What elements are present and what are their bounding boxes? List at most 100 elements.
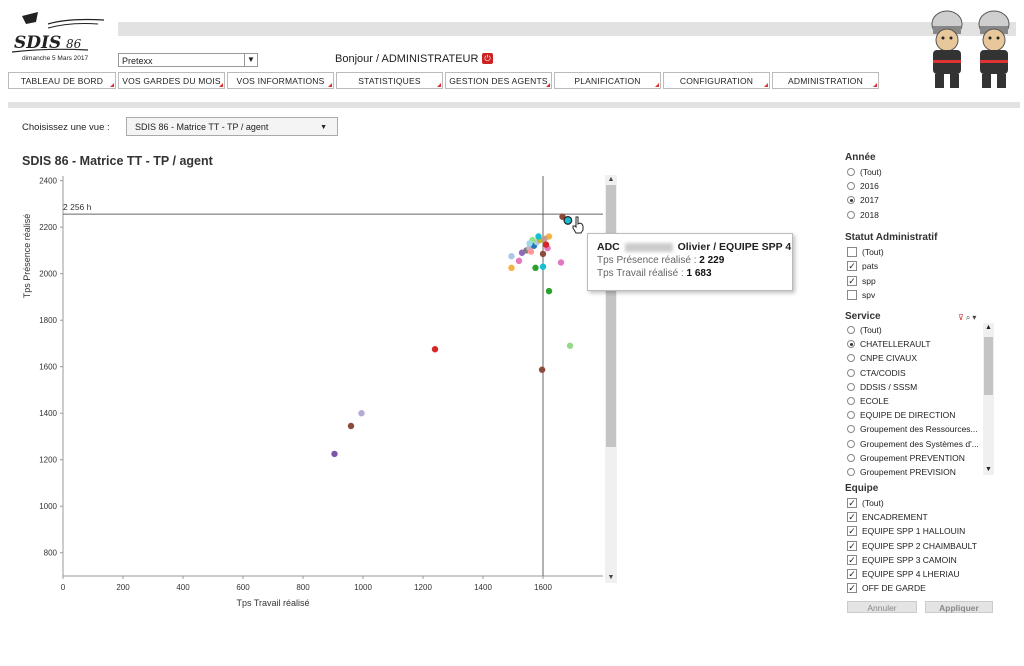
statut-option-label: spv [862,289,876,300]
statut-option[interactable]: ✓ pats [847,260,878,272]
checkbox[interactable]: ✓ [847,569,857,579]
reference-line-label: 2 256 h [63,202,92,212]
radio-button[interactable] [847,397,855,405]
service-option[interactable]: Groupement PREVENTION [847,452,965,464]
nav-vos-informations[interactable]: VOS INFORMATIONS [227,72,334,89]
radio-button[interactable] [847,326,855,334]
scatter-chart[interactable]: 0 200 400 600 800 1000 1200 1400 1600 800 1000 1200… [0,168,620,616]
statut-option[interactable]: (Tout) [847,246,884,258]
scatter-point[interactable] [358,410,365,417]
nav-configuration[interactable]: CONFIGURATION [663,72,770,89]
annee-option[interactable]: 2016 [847,180,879,192]
chevron-down-icon[interactable]: ▾ [972,313,978,322]
equipe-option[interactable]: ✓ (Tout) [847,497,884,509]
checkbox[interactable] [847,247,857,257]
service-option[interactable]: CTA/CODIS [847,367,906,379]
equipe-option[interactable]: ✓ ENCADREMENT [847,511,928,523]
equipe-option[interactable]: ✓ EQUIPE SPP 3 CAMOIN [847,554,957,566]
filter-clear-icon[interactable]: ⊽ [958,313,966,322]
nav-vos-gardes-du-mois[interactable]: VOS GARDES DU MOIS [118,72,225,89]
nav-tableau-de-bord[interactable]: TABLEAU DE BORD [8,72,116,89]
service-option[interactable]: CNPE CIVAUX [847,352,917,364]
service-option[interactable]: Groupement des Ressources... [847,423,978,435]
view-select[interactable]: SDIS 86 - Matrice TT - TP / agent ▼ [126,117,338,136]
statut-option[interactable]: spv [847,289,875,301]
scatter-point[interactable] [541,235,548,242]
filter-annee-title: Année [845,152,876,163]
checkbox[interactable]: ✓ [847,498,857,508]
radio-button[interactable] [847,196,855,205]
scatter-point[interactable] [331,450,338,458]
scatter-point[interactable] [508,253,515,260]
scatter-point[interactable] [539,250,547,258]
service-option[interactable]: DDSIS / SSSM [847,381,917,393]
annee-option[interactable]: (Tout) [847,166,882,178]
site-select[interactable]: Pretexx ▼ [118,53,258,67]
checkbox[interactable]: ✓ [847,554,857,565]
radio-button[interactable] [847,210,855,219]
scatter-point[interactable] [557,259,565,266]
radio-button[interactable] [847,411,855,420]
equipe-option[interactable]: ✓ OFF DE GARDE [847,582,926,594]
scatter-point[interactable] [526,240,533,247]
nav-gestion-des-agents[interactable]: GESTION DES AGENTS [445,72,552,89]
annee-option[interactable]: 2017 [847,194,879,206]
scatter-point[interactable] [532,264,539,272]
power-icon[interactable]: ⏻ [482,53,493,64]
checkbox[interactable]: ✓ [847,526,857,537]
statut-option[interactable]: ✓ spp [847,275,876,287]
equipe-option[interactable]: ✓ EQUIPE SPP 2 CHAIMBAULT [847,540,977,552]
service-option[interactable]: (Tout) [847,324,882,336]
nav-administration[interactable]: ADMINISTRATION [772,72,879,89]
service-option[interactable]: CHATELLERAULT [847,338,931,350]
radio-button[interactable] [847,340,855,349]
radio-button[interactable] [847,368,855,377]
checkbox[interactable]: ✓ [847,512,857,523]
nav-statistiques[interactable]: STATISTIQUES [336,72,443,89]
radio-button[interactable] [847,468,855,476]
scatter-point[interactable] [527,248,535,255]
service-option[interactable]: Groupement des Systèmes d'... [847,438,979,450]
scroll-up-icon[interactable]: ▲ [605,175,617,185]
scatter-point[interactable] [539,263,547,270]
checkbox[interactable] [847,289,857,300]
scatter-point[interactable] [515,257,523,265]
apply-button[interactable]: Appliquer [925,601,993,613]
checkbox[interactable]: ✓ [847,583,857,594]
radio-button[interactable] [847,168,855,176]
sdis-86-logo[interactable]: SDIS 86 [8,8,108,60]
scroll-down-icon[interactable]: ▼ [605,573,617,583]
equipe-option[interactable]: ✓ EQUIPE SPP 4 LHERIAU [847,568,960,580]
x-tick-label: 1400 [474,583,492,592]
scatter-point[interactable] [538,366,546,373]
service-option[interactable]: Groupement PREVISION [847,466,956,478]
scroll-up-icon[interactable]: ▲ [983,323,994,333]
scatter-point[interactable] [545,287,553,295]
checkbox[interactable]: ✓ [847,540,857,551]
radio-button[interactable] [847,382,855,391]
service-option[interactable]: ECOLE [847,395,889,407]
scatter-point[interactable] [347,422,355,430]
nav-planification[interactable]: PLANIFICATION [554,72,661,89]
radio-button[interactable] [847,425,855,434]
scatter-point[interactable] [535,233,542,240]
radio-button[interactable] [847,182,855,191]
radio-button[interactable] [847,354,855,363]
scroll-down-icon[interactable]: ▼ [983,465,994,475]
scroll-thumb[interactable] [606,185,616,447]
chevron-down-icon[interactable]: ▼ [244,54,257,66]
cancel-button[interactable]: Annuler [847,601,917,613]
scroll-thumb[interactable] [984,337,993,395]
scatter-point[interactable] [566,342,574,349]
annee-option[interactable]: 2018 [847,209,879,221]
radio-button[interactable] [847,439,855,448]
service-scrollbar[interactable]: ▲ ▼ [983,323,994,475]
service-option[interactable]: EQUIPE DE DIRECTION [847,409,955,421]
scatter-point[interactable] [542,241,550,248]
radio-button[interactable] [847,453,855,462]
checkbox[interactable]: ✓ [847,261,857,272]
scatter-point[interactable] [431,346,439,353]
equipe-option[interactable]: ✓ EQUIPE SPP 1 HALLOUIN [847,525,965,537]
scatter-point[interactable] [508,264,515,272]
checkbox[interactable]: ✓ [847,275,857,286]
